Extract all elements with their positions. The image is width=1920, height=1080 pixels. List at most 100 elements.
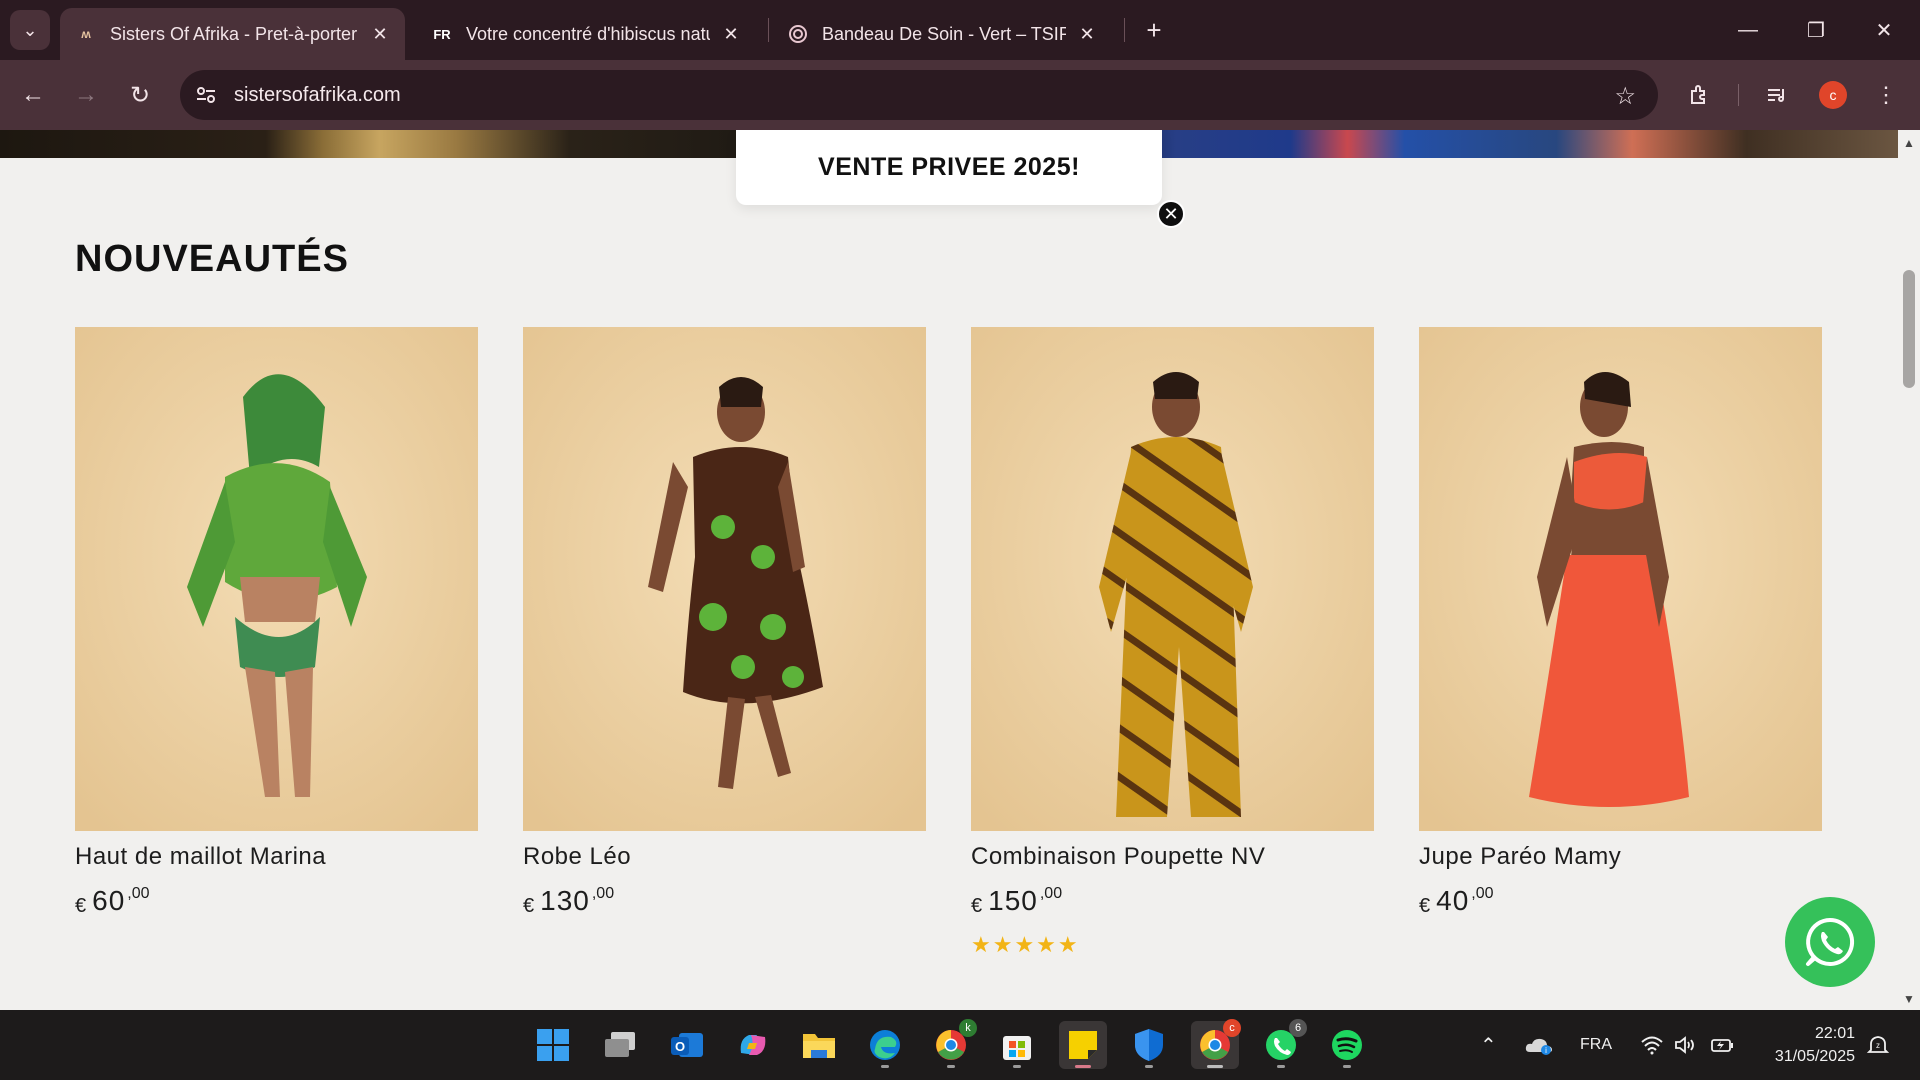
restore-button[interactable]: ❐	[1796, 12, 1836, 48]
restore-icon: ❐	[1807, 19, 1825, 42]
svg-text:i: i	[1545, 1046, 1547, 1055]
running-indicator	[1343, 1065, 1351, 1068]
outlook-icon[interactable]: O	[663, 1021, 711, 1069]
price-currency: €	[523, 895, 535, 917]
product-card[interactable]: Robe Léo € 130 ,00	[523, 327, 926, 918]
page-scrollbar[interactable]: ▲ ▼	[1898, 130, 1920, 1010]
windows-start-icon[interactable]	[529, 1021, 577, 1069]
browser-toolbar: ← → ↻ sistersofafrika.com ☆ c ⋮	[0, 60, 1920, 130]
close-icon[interactable]: ✕	[720, 23, 742, 45]
section-title: NOUVEAUTÉS	[75, 238, 349, 280]
media-control-icon[interactable]	[1759, 77, 1795, 113]
task-view-icon[interactable]	[596, 1021, 644, 1069]
close-icon[interactable]: ✕	[369, 23, 391, 45]
menu-kebab-icon[interactable]: ⋮	[1868, 77, 1904, 113]
clock-time: 22:01	[1814, 1025, 1855, 1042]
site-settings-icon[interactable]	[194, 83, 218, 107]
rating-stars: ★★★★★	[971, 932, 1080, 957]
fr-favicon-icon: FR	[433, 26, 451, 42]
tsipie-favicon-icon	[788, 24, 808, 44]
extensions-icon[interactable]	[1681, 77, 1717, 113]
tab-tsipie[interactable]: Bandeau De Soin - Vert – TSIPIE ✕	[772, 8, 1112, 60]
profile-badge: k	[959, 1019, 977, 1037]
profile-badge: c	[1223, 1019, 1241, 1037]
chrome-icon[interactable]: c	[1191, 1019, 1241, 1069]
product-price: € 150 ,00	[971, 885, 1374, 918]
product-name[interactable]: Robe Léo	[523, 843, 926, 871]
product-card[interactable]: Haut de maillot Marina € 60 ,00	[75, 327, 478, 918]
battery-icon[interactable]	[1710, 1010, 1736, 1080]
volume-icon[interactable]	[1674, 1010, 1698, 1080]
promo-popup-text: VENTE PRIVEE 2025!	[818, 153, 1080, 181]
whatsapp-icon[interactable]: 6	[1257, 1019, 1307, 1069]
svg-text:O: O	[675, 1039, 685, 1054]
price-integer: 60	[92, 885, 126, 916]
product-card[interactable]: Jupe Paréo Mamy € 40 ,00	[1419, 327, 1822, 918]
product-image[interactable]	[971, 327, 1374, 831]
notifications-icon[interactable]: z	[1866, 1010, 1890, 1080]
copilot-icon[interactable]	[729, 1021, 777, 1069]
product-image[interactable]	[523, 327, 926, 831]
chevron-down-icon: ⌄	[22, 19, 38, 40]
reload-button[interactable]: ↻	[122, 77, 158, 113]
wifi-icon[interactable]	[1640, 1010, 1664, 1080]
sticky-notes-icon[interactable]	[1059, 1021, 1107, 1069]
address-bar[interactable]: sistersofafrika.com ☆	[180, 70, 1658, 120]
tab-title: Bandeau De Soin - Vert – TSIPIE	[822, 23, 1066, 44]
product-card[interactable]: Combinaison Poupette NV € 150 ,00 ★★★★★	[971, 327, 1374, 958]
tab-separator	[1124, 18, 1125, 42]
new-tab-button[interactable]: +	[1138, 14, 1170, 46]
price-integer: 130	[540, 885, 590, 916]
url-text[interactable]: sistersofafrika.com	[234, 84, 401, 107]
running-indicator	[947, 1065, 955, 1068]
close-window-button[interactable]: ✕	[1864, 12, 1904, 48]
product-name[interactable]: Haut de maillot Marina	[75, 843, 478, 871]
onedrive-icon[interactable]: i	[1524, 1010, 1554, 1080]
edge-icon[interactable]	[861, 1021, 909, 1069]
arrow-left-icon: ←	[21, 81, 45, 108]
windows-taskbar: O k c 6 ⌃ i FRA 22:01 31/05/2025 z	[0, 1010, 1920, 1080]
sisters-of-afrika-favicon-icon: ʍ	[81, 27, 91, 41]
forward-button[interactable]: →	[68, 77, 104, 113]
price-decimals: ,00	[591, 885, 615, 902]
toolbar-divider	[1738, 84, 1739, 106]
product-price: € 60 ,00	[75, 885, 478, 918]
page-viewport: VENTE PRIVEE 2025! ✕ NOUVEAUTÉS Haut de …	[0, 130, 1920, 1010]
running-indicator	[1013, 1065, 1021, 1068]
close-icon[interactable]: ✕	[1076, 23, 1098, 45]
system-clock[interactable]: 22:01 31/05/2025	[1755, 1022, 1855, 1068]
scroll-up-icon[interactable]: ▲	[1898, 136, 1920, 150]
product-name[interactable]: Jupe Paréo Mamy	[1419, 843, 1822, 871]
running-indicator	[1277, 1065, 1285, 1068]
back-button[interactable]: ←	[15, 77, 51, 113]
whatsapp-chat-button[interactable]	[1785, 897, 1875, 987]
price-integer: 40	[1436, 885, 1470, 916]
tab-sisters-of-afrika[interactable]: ʍ Sisters Of Afrika - Pret-à-porter ✕	[60, 8, 405, 60]
bookmark-star-icon[interactable]: ☆	[1614, 82, 1636, 111]
popup-close-button[interactable]: ✕	[1157, 200, 1185, 228]
profile-avatar[interactable]: c	[1819, 81, 1847, 109]
notification-badge: 6	[1289, 1019, 1307, 1037]
language-indicator[interactable]: FRA	[1580, 1010, 1612, 1080]
product-name[interactable]: Combinaison Poupette NV	[971, 843, 1374, 871]
scroll-down-icon[interactable]: ▼	[1898, 992, 1920, 1006]
price-decimals: ,00	[1471, 885, 1494, 902]
file-explorer-icon[interactable]	[795, 1021, 843, 1069]
minimize-button[interactable]: —	[1728, 12, 1768, 48]
promo-popup[interactable]: VENTE PRIVEE 2025!	[736, 130, 1162, 205]
spotify-icon[interactable]	[1323, 1021, 1371, 1069]
price-decimals: ,00	[1039, 885, 1063, 902]
product-image[interactable]	[1419, 327, 1822, 831]
microsoft-store-icon[interactable]	[993, 1021, 1041, 1069]
tab-title: Votre concentré d'hibiscus natu	[466, 23, 710, 44]
scroll-thumb[interactable]	[1903, 270, 1915, 388]
tab-hibiscus[interactable]: FR Votre concentré d'hibiscus natu ✕	[416, 8, 756, 60]
running-indicator	[881, 1065, 889, 1068]
plus-icon: +	[1146, 14, 1162, 45]
product-price: € 40 ,00	[1419, 885, 1822, 918]
tab-search-button[interactable]: ⌄	[10, 10, 50, 50]
product-image[interactable]	[75, 327, 478, 831]
defender-icon[interactable]	[1125, 1021, 1173, 1069]
chrome-profile-k-icon[interactable]: k	[927, 1019, 977, 1069]
tray-overflow-icon[interactable]: ⌃	[1480, 1010, 1497, 1080]
